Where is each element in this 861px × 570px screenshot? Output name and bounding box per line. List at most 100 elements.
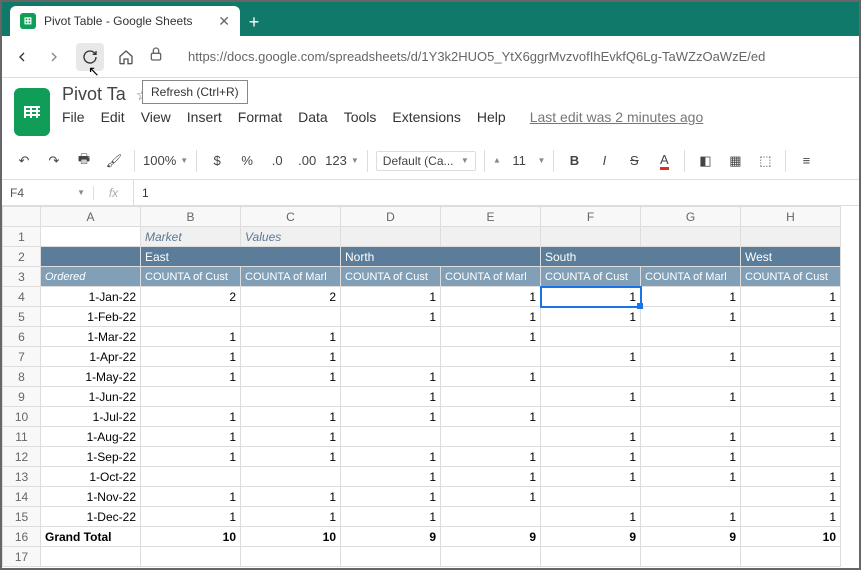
grand-total-label[interactable]: Grand Total (41, 527, 141, 547)
pivot-measure[interactable]: COUNTA of Marl (441, 267, 541, 287)
cell[interactable] (741, 447, 841, 467)
cell[interactable]: 1 (741, 307, 841, 327)
new-tab-button[interactable]: + (240, 8, 268, 36)
pivot-measure[interactable]: COUNTA of Cust (541, 267, 641, 287)
cell[interactable]: 1 (641, 347, 741, 367)
cell[interactable]: 1 (541, 427, 641, 447)
cell[interactable] (341, 547, 441, 567)
cell[interactable]: 1 (441, 367, 541, 387)
merge-cells-button[interactable]: ⬚ (753, 149, 777, 173)
cell[interactable] (341, 327, 441, 347)
cell[interactable]: 1 (341, 287, 441, 307)
cell[interactable] (641, 547, 741, 567)
cell[interactable] (641, 327, 741, 347)
date-cell[interactable]: 1-Jun-22 (41, 387, 141, 407)
row-header[interactable]: 7 (3, 347, 41, 367)
cell[interactable]: 1 (441, 287, 541, 307)
date-cell[interactable]: 1-Jul-22 (41, 407, 141, 427)
last-edit-link[interactable]: Last edit was 2 minutes ago (530, 109, 704, 125)
cell[interactable] (541, 367, 641, 387)
cell[interactable] (741, 547, 841, 567)
cell[interactable] (441, 547, 541, 567)
select-all-corner[interactable] (3, 207, 41, 227)
percent-button[interactable]: % (235, 149, 259, 173)
cell[interactable]: 1 (141, 447, 241, 467)
col-header[interactable]: C (241, 207, 341, 227)
cell[interactable] (441, 387, 541, 407)
row-header[interactable]: 17 (3, 547, 41, 567)
cell[interactable]: 1 (441, 327, 541, 347)
font-select[interactable]: Default (Ca...▼ (376, 151, 476, 171)
cell[interactable]: 9 (441, 527, 541, 547)
date-cell[interactable]: 1-Oct-22 (41, 467, 141, 487)
menu-extensions[interactable]: Extensions (392, 109, 460, 125)
cell[interactable] (541, 487, 641, 507)
cell[interactable]: 2 (241, 287, 341, 307)
cell[interactable]: 1 (641, 427, 741, 447)
row-header[interactable]: 16 (3, 527, 41, 547)
cell[interactable]: 1 (741, 427, 841, 447)
cell[interactable]: 1 (141, 347, 241, 367)
cell[interactable] (741, 407, 841, 427)
row-header[interactable]: 2 (3, 247, 41, 267)
menu-view[interactable]: View (141, 109, 171, 125)
pivot-measure[interactable]: COUNTA of Cust (741, 267, 841, 287)
col-header[interactable]: B (141, 207, 241, 227)
cell[interactable] (441, 427, 541, 447)
row-header[interactable]: 4 (3, 287, 41, 307)
cell[interactable]: 1 (341, 307, 441, 327)
pivot-row-label[interactable]: Ordered (41, 267, 141, 287)
cell[interactable] (741, 227, 841, 247)
row-header[interactable]: 13 (3, 467, 41, 487)
cell[interactable] (541, 227, 641, 247)
reload-button[interactable]: ↖ (76, 43, 104, 71)
row-header[interactable]: 3 (3, 267, 41, 287)
cell[interactable]: 1 (441, 447, 541, 467)
cell[interactable]: 1 (141, 407, 241, 427)
cell[interactable]: 1 (241, 347, 341, 367)
row-header[interactable]: 10 (3, 407, 41, 427)
cell[interactable] (241, 307, 341, 327)
home-button[interactable] (116, 47, 136, 67)
row-header[interactable]: 15 (3, 507, 41, 527)
date-cell[interactable]: 1-May-22 (41, 367, 141, 387)
cell[interactable] (241, 547, 341, 567)
pivot-values-label[interactable]: Values (241, 227, 341, 247)
col-header[interactable]: G (641, 207, 741, 227)
cell[interactable] (541, 407, 641, 427)
cell[interactable]: 1 (641, 507, 741, 527)
col-header[interactable]: E (441, 207, 541, 227)
cell[interactable]: 1 (741, 507, 841, 527)
cell[interactable] (641, 407, 741, 427)
undo-button[interactable]: ↶ (12, 149, 36, 173)
zoom-select[interactable]: 100%▼ (143, 153, 188, 168)
cell[interactable]: 1 (641, 307, 741, 327)
cell[interactable]: 1 (141, 427, 241, 447)
col-header[interactable]: A (41, 207, 141, 227)
cell[interactable]: 9 (341, 527, 441, 547)
cell[interactable]: 1 (541, 387, 641, 407)
cell[interactable]: 1 (541, 307, 641, 327)
cell[interactable]: 9 (541, 527, 641, 547)
pivot-region[interactable]: South (541, 247, 741, 267)
menu-tools[interactable]: Tools (344, 109, 377, 125)
cell[interactable] (141, 387, 241, 407)
cell[interactable] (241, 467, 341, 487)
document-title[interactable]: Pivot Ta (62, 84, 126, 105)
menu-insert[interactable]: Insert (187, 109, 222, 125)
paint-format-button[interactable]: 🖌 (102, 149, 126, 173)
increase-decimal-button[interactable]: .00 (295, 149, 319, 173)
cell[interactable]: 10 (741, 527, 841, 547)
cell[interactable]: 2 (141, 287, 241, 307)
strikethrough-button[interactable]: S (622, 149, 646, 173)
menu-edit[interactable]: Edit (101, 109, 125, 125)
cell[interactable] (141, 467, 241, 487)
forward-button[interactable] (44, 47, 64, 67)
cell[interactable]: 1 (341, 467, 441, 487)
cell[interactable]: 1 (441, 407, 541, 427)
pivot-market-label[interactable]: Market (141, 227, 241, 247)
cell[interactable] (41, 227, 141, 247)
back-button[interactable] (12, 47, 32, 67)
cell[interactable]: 1 (341, 367, 441, 387)
cell[interactable]: 9 (641, 527, 741, 547)
